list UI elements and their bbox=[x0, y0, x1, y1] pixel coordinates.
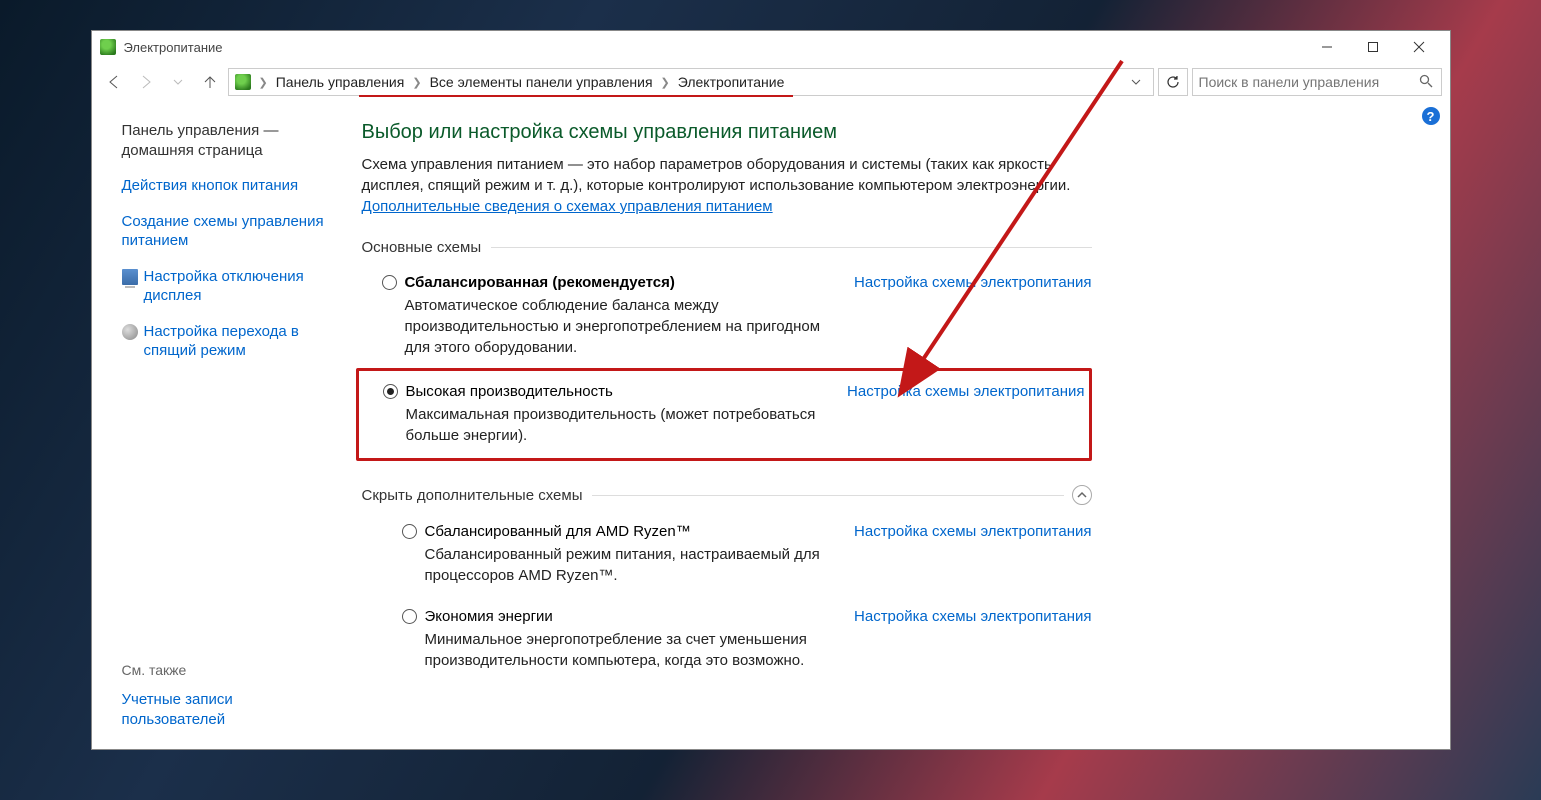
breadcrumb-icon bbox=[235, 74, 251, 90]
radio-high-performance[interactable] bbox=[383, 384, 398, 399]
close-button[interactable] bbox=[1396, 32, 1442, 62]
annotation-redbox: Высокая производительность Максимальная … bbox=[356, 368, 1092, 461]
sidebar-link-display-off[interactable]: Настройка отключения дисплея bbox=[122, 267, 352, 306]
navbar: ❯ Панель управления ❯ Все элементы панел… bbox=[92, 63, 1450, 101]
configure-link-high[interactable]: Настройка схемы электропитания bbox=[847, 383, 1084, 446]
moon-icon bbox=[122, 324, 138, 340]
chevron-right-icon: ❯ bbox=[257, 76, 270, 89]
maximize-button[interactable] bbox=[1350, 32, 1396, 62]
plan-name-eco[interactable]: Экономия энергии bbox=[425, 608, 553, 625]
sidebar-home-link[interactable]: Панель управления — домашняя страница bbox=[122, 121, 352, 160]
see-also-link-users[interactable]: Учетные записи пользователей bbox=[122, 690, 352, 729]
power-app-icon bbox=[100, 39, 116, 55]
page-description: Схема управления питанием — это набор па… bbox=[362, 154, 1092, 196]
minimize-button[interactable] bbox=[1304, 32, 1350, 62]
sidebar-link-label: дисплея bbox=[144, 287, 202, 304]
search-icon bbox=[1419, 74, 1435, 90]
configure-link-eco[interactable]: Настройка схемы электропитания bbox=[854, 608, 1091, 671]
radio-power-saver[interactable] bbox=[402, 609, 417, 624]
section-label: Скрыть дополнительные схемы bbox=[362, 487, 583, 504]
sidebar-link-label: Настройка перехода в bbox=[144, 323, 299, 340]
annotation-underline bbox=[359, 95, 793, 97]
plan-ryzen: Сбалансированный для AMD Ryzen™ Сбаланси… bbox=[362, 517, 1092, 592]
sidebar-link-label: Настройка отключения bbox=[144, 268, 304, 285]
breadcrumb-item-all-items[interactable]: Все элементы панели управления bbox=[424, 74, 659, 90]
plan-desc-eco: Минимальное энергопотребление за счет ум… bbox=[425, 629, 855, 671]
power-options-window: Электропитание ❯ Панель управления ❯ Все… bbox=[91, 30, 1451, 750]
see-also-label: пользователей bbox=[122, 711, 226, 728]
plan-desc-balanced: Автоматическое соблюдение баланса между … bbox=[405, 295, 845, 358]
window-title: Электропитание bbox=[124, 40, 1304, 55]
monitor-icon bbox=[122, 269, 138, 285]
plan-name-ryzen[interactable]: Сбалансированный для AMD Ryzen™ bbox=[425, 523, 691, 540]
sidebar-link-label: питанием bbox=[122, 232, 189, 249]
sidebar-link-sleep[interactable]: Настройка перехода в спящий режим bbox=[122, 322, 352, 361]
configure-link-ryzen[interactable]: Настройка схемы электропитания bbox=[854, 523, 1091, 586]
chevron-right-icon: ❯ bbox=[410, 76, 423, 89]
radio-balanced[interactable] bbox=[382, 275, 397, 290]
sidebar-link-label: Создание схемы управления bbox=[122, 213, 324, 230]
sidebar-link-create-plan[interactable]: Создание схемы управления питанием bbox=[122, 212, 352, 251]
radio-ryzen[interactable] bbox=[402, 524, 417, 539]
more-info-link[interactable]: Дополнительные сведения о схемах управле… bbox=[362, 198, 773, 215]
plan-name-balanced[interactable]: Сбалансированная (рекомендуется) bbox=[405, 274, 675, 291]
section-label: Основные схемы bbox=[362, 239, 482, 256]
plan-desc-high: Максимальная производительность (может п… bbox=[406, 404, 848, 446]
sidebar-link-label: спящий режим bbox=[144, 342, 246, 359]
back-button[interactable] bbox=[100, 68, 128, 96]
breadcrumb[interactable]: ❯ Панель управления ❯ Все элементы панел… bbox=[228, 68, 1154, 96]
section-divider bbox=[592, 495, 1063, 496]
titlebar: Электропитание bbox=[92, 31, 1450, 63]
search-input[interactable] bbox=[1199, 74, 1419, 90]
section-main-plans: Основные схемы bbox=[362, 239, 1092, 256]
main-panel: Выбор или настройка схемы управления пит… bbox=[352, 121, 1092, 734]
sidebar-home-line2: домашняя страница bbox=[122, 142, 263, 159]
plan-power-saver: Экономия энергии Минимальное энергопотре… bbox=[362, 602, 1092, 677]
plan-name-high[interactable]: Высокая производительность bbox=[406, 383, 613, 400]
breadcrumb-item-power[interactable]: Электропитание bbox=[672, 74, 791, 90]
see-also-title: См. также bbox=[122, 662, 352, 678]
chevron-up-icon bbox=[1077, 490, 1087, 500]
sidebar-link-power-buttons[interactable]: Действия кнопок питания bbox=[122, 176, 352, 196]
forward-button[interactable] bbox=[132, 68, 160, 96]
up-button[interactable] bbox=[196, 68, 224, 96]
sidebar: Панель управления — домашняя страница Де… bbox=[122, 121, 352, 734]
sidebar-link-label: Действия кнопок питания bbox=[122, 176, 299, 196]
chevron-right-icon: ❯ bbox=[659, 76, 672, 89]
content-area: Панель управления — домашняя страница Де… bbox=[92, 101, 1450, 749]
see-also-section: См. также Учетные записи пользователей bbox=[122, 662, 352, 729]
search-box[interactable] bbox=[1192, 68, 1442, 96]
collapse-button[interactable] bbox=[1072, 485, 1092, 505]
page-heading: Выбор или настройка схемы управления пит… bbox=[362, 121, 1092, 144]
plan-balanced: Сбалансированная (рекомендуется) Автомат… bbox=[362, 268, 1092, 364]
see-also-label: Учетные записи bbox=[122, 691, 233, 708]
refresh-button[interactable] bbox=[1158, 68, 1188, 96]
section-divider bbox=[491, 247, 1091, 248]
section-additional-plans[interactable]: Скрыть дополнительные схемы bbox=[362, 485, 1092, 505]
breadcrumb-history-dropdown[interactable] bbox=[1125, 71, 1147, 93]
recent-dropdown[interactable] bbox=[164, 68, 192, 96]
plan-desc-ryzen: Сбалансированный режим питания, настраив… bbox=[425, 544, 855, 586]
configure-link-balanced[interactable]: Настройка схемы электропитания bbox=[854, 274, 1091, 358]
sidebar-home-line1: Панель управления — bbox=[122, 122, 279, 139]
breadcrumb-item-control-panel[interactable]: Панель управления bbox=[270, 74, 411, 90]
plan-high-performance: Высокая производительность Максимальная … bbox=[363, 377, 1085, 452]
